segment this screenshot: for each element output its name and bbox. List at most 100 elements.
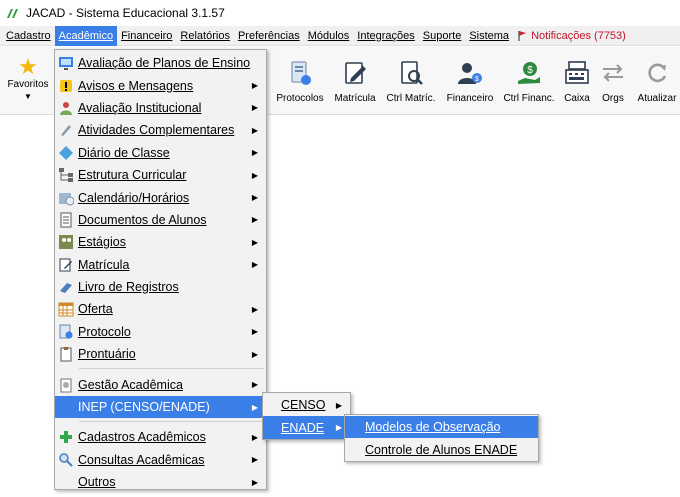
gears-icon [60,378,72,393]
matricula-button[interactable]: Matrícula [333,53,377,111]
menu-integracoes[interactable]: Integrações [353,26,418,46]
menu-item-controle-alunos-enade[interactable]: Controle de Alunos ENADE [345,438,538,460]
menu-item-oferta[interactable]: Oferta ▶ [55,298,266,320]
atualizar-button[interactable]: Atualizar [636,53,678,111]
ctrl-matric-label: Ctrl Matríc. [386,93,436,104]
submenu-arrow-icon: ▶ [251,327,258,337]
swap-arrows-icon [603,64,623,82]
menu-modulos[interactable]: Módulos [304,26,354,46]
notifications-label: Notificações (7753) [531,29,626,42]
menu-item-inep[interactable]: INEP (CENSO/ENADE) ▶ [55,395,266,419]
edit-icon [59,258,72,272]
submenu-arrow-icon: ▶ [251,380,258,390]
calendar-icon [59,192,74,206]
financeiro-button[interactable]: $ Financeiro [445,53,495,111]
menu-item-enade[interactable]: ENADE ▶ [263,416,350,439]
protocol-icon [59,324,73,339]
menu-item-censo[interactable]: CENSO ▶ [263,394,350,416]
menu-suporte[interactable]: Suporte [419,26,466,46]
edit-document-icon [345,62,366,84]
menu-item-protocolo[interactable]: Protocolo ▶ [55,321,266,343]
submenu-arrow-icon: ▶ [251,349,258,359]
submenu-arrow-icon: ▶ [251,455,258,465]
submenu-arrow-icon: ▶ [251,432,258,442]
submenu-arrow-icon: ▶ [251,103,258,113]
menu-item-documentos-alunos[interactable]: Documentos de Alunos ▶ [55,209,266,231]
orgs-label: Orgs [602,93,624,104]
menu-separator [79,368,264,370]
svg-text:$: $ [475,76,479,83]
menu-item-diario-classe[interactable]: Diário de Classe ▶ [55,142,266,164]
menu-item-outros[interactable]: Outros ▶ [55,471,266,493]
diamond-icon [59,145,73,160]
money-hand-icon: $ [518,62,540,84]
refresh-icon [648,63,667,83]
protocol-icon [291,61,311,85]
inep-submenu: CENSO ▶ ENADE ▶ [262,392,351,440]
atualizar-label: Atualizar [637,93,677,104]
chevron-down-icon: ▼ [24,92,32,101]
hierarchy-icon [59,168,73,183]
financeiro-label: Financeiro [446,93,494,104]
menu-separator [79,421,264,423]
menu-item-estagios[interactable]: Estágios ▶ [55,231,266,253]
document-icon [60,212,72,228]
menu-notificacoes[interactable]: Notificações (7753) [513,26,630,46]
submenu-arrow-icon: ▶ [251,215,258,225]
menu-item-gestao-academica[interactable]: Gestão Acadêmica ▶ [55,373,266,395]
favorites-label: Favoritos [7,79,49,90]
submenu-arrow-icon: ▶ [251,125,258,135]
favorites-button[interactable]: ★ Favoritos ▼ [4,51,52,111]
menu-item-matricula[interactable]: Matrícula ▶ [55,254,266,276]
ctrl-matric-button[interactable]: Ctrl Matríc. [386,53,436,111]
protocolos-label: Protocolos [276,93,324,104]
notification-flag-icon [518,30,527,41]
menu-cadastro[interactable]: Cadastro [2,26,55,46]
clipboard-icon [60,347,72,362]
menu-item-cadastros-academicos[interactable]: Cadastros Acadêmicos ▶ [55,426,266,448]
enade-submenu: Modelos de Observação Controle de Alunos… [344,414,539,462]
menu-item-modelos-observacao[interactable]: Modelos de Observação [345,416,538,439]
menu-sistema[interactable]: Sistema [465,26,513,46]
ctrl-financ-label: Ctrl Financ. [503,93,555,104]
menu-financeiro[interactable]: Financeiro [117,26,176,46]
submenu-arrow-icon: ▶ [251,304,258,314]
menu-item-prontuario[interactable]: Prontuário ▶ [55,343,266,365]
window-title: JACAD - Sistema Educacional 3.1.57 [26,6,225,20]
menu-preferencias[interactable]: Preferências [234,26,304,46]
submenu-arrow-icon: ▶ [251,170,258,180]
protocolos-button[interactable]: Protocolos [276,53,324,111]
plus-icon [60,431,72,444]
jacad-logo-icon [7,9,18,18]
document-search-icon [401,61,423,85]
menu-item-consultas-academicas[interactable]: Consultas Acadêmicas ▶ [55,449,266,471]
title-bar: JACAD - Sistema Educacional 3.1.57 [0,0,680,26]
submenu-arrow-icon: ▶ [251,81,258,91]
menu-item-avaliacao-planos[interactable]: Avaliação de Planos de Ensino [55,52,266,74]
submenu-arrow-icon: ▶ [251,402,258,412]
ctrl-financ-button[interactable]: $ Ctrl Financ. [503,53,555,111]
menu-item-estrutura-curricular[interactable]: Estrutura Curricular ▶ [55,164,266,186]
monitor-chart-icon [59,57,73,71]
menu-relatorios[interactable]: Relatórios [176,26,234,46]
book-icon [60,283,72,294]
submenu-arrow-icon: ▶ [251,148,258,158]
cash-register-icon [565,61,589,84]
caixa-button[interactable]: Caixa [562,53,592,111]
menu-item-calendario[interactable]: Calendário/Horários ▶ [55,186,266,208]
submenu-arrow-icon: ▶ [335,423,342,433]
person-money-icon: $ [458,63,482,84]
menu-bar: Cadastro Acadêmico Financeiro Relatórios… [0,25,680,46]
star-icon: ★ [18,54,38,79]
menu-academico[interactable]: Acadêmico [54,25,118,46]
submenu-arrow-icon: ▶ [251,193,258,203]
caixa-label: Caixa [564,93,590,104]
calendar-grid-icon [58,302,74,317]
menu-item-livro-registros[interactable]: Livro de Registros [55,276,266,298]
menu-item-avaliacao-institucional[interactable]: Avaliação Institucional ▶ [55,97,266,119]
menu-item-atividades-complementares[interactable]: Atividades Complementares ▶ [55,119,266,141]
menu-item-avisos[interactable]: Avisos e Mensagens ▶ [55,74,266,96]
submenu-arrow-icon: ▶ [251,477,258,487]
orgs-button[interactable]: Orgs [600,53,626,111]
submenu-arrow-icon: ▶ [251,237,258,247]
